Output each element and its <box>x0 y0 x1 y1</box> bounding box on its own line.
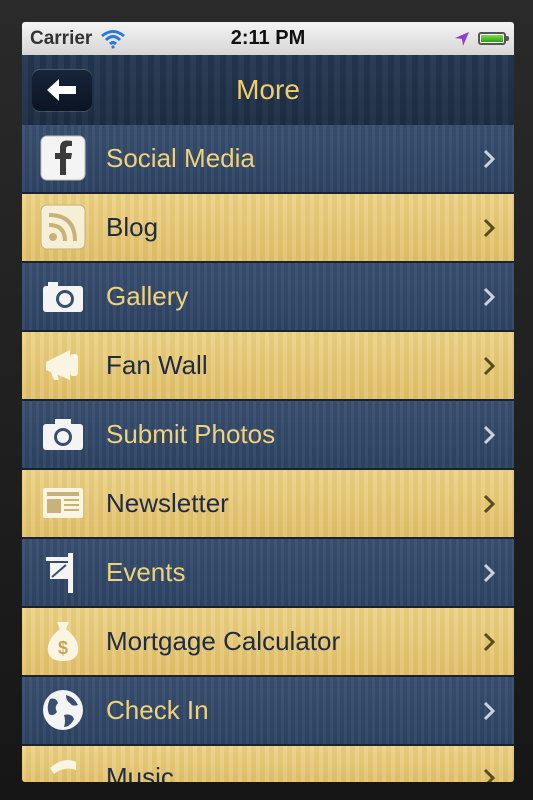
menu-item-label: Submit Photos <box>106 419 276 449</box>
chevron-right-icon <box>483 494 496 514</box>
rss-icon <box>40 204 86 250</box>
menu-item-events[interactable]: Events <box>22 539 514 608</box>
chevron-right-icon <box>483 632 496 652</box>
chevron-right-icon <box>483 287 496 307</box>
chevron-right-icon <box>483 768 496 782</box>
menu-item-label: Events <box>106 557 186 587</box>
chevron-right-icon <box>483 149 496 169</box>
menu-item-newsletter[interactable]: Newsletter <box>22 470 514 539</box>
menu-item-music[interactable]: Music <box>22 746 514 782</box>
menu-item-check-in[interactable]: Check In <box>22 677 514 746</box>
menu-item-label: Gallery <box>106 281 189 311</box>
clock: 2:11 PM <box>230 27 306 49</box>
menu-item-label: Blog <box>106 212 159 242</box>
globe-icon <box>40 687 86 733</box>
chevron-right-icon <box>483 218 496 238</box>
device-frame: Carrier 2:11 PM More Social Media Blog G… <box>0 0 533 800</box>
battery-icon <box>478 32 509 45</box>
menu-item-label: Check In <box>106 695 209 725</box>
menu-list: Social Media Blog Gallery Fan Wall Submi… <box>22 125 514 782</box>
newspaper-icon <box>40 480 86 526</box>
chevron-right-icon <box>483 701 496 721</box>
menu-item-label: Fan Wall <box>106 350 208 380</box>
menu-item-label: Music <box>106 762 174 782</box>
page-title: More <box>236 74 300 105</box>
location-icon <box>455 31 469 46</box>
menu-item-submit-photos[interactable]: Submit Photos <box>22 401 514 470</box>
menu-item-gallery[interactable]: Gallery <box>22 263 514 332</box>
camera-icon <box>40 411 86 457</box>
facebook-icon <box>40 135 86 181</box>
status-bar: Carrier 2:11 PM <box>22 22 514 56</box>
menu-item-blog[interactable]: Blog <box>22 194 514 263</box>
camera-icon <box>40 273 86 319</box>
sign-icon <box>40 549 86 595</box>
nav-bar: More <box>22 55 514 127</box>
music-icon <box>40 754 86 782</box>
chevron-right-icon <box>483 563 496 583</box>
megaphone-icon <box>40 342 86 388</box>
menu-item-fan-wall[interactable]: Fan Wall <box>22 332 514 401</box>
menu-item-label: Newsletter <box>106 488 229 518</box>
chevron-right-icon <box>483 356 496 376</box>
chevron-right-icon <box>483 425 496 445</box>
svg-text:$: $ <box>58 638 68 658</box>
menu-item-mortgage-calculator[interactable]: $ Mortgage Calculator <box>22 608 514 677</box>
menu-item-social-media[interactable]: Social Media <box>22 125 514 194</box>
money-bag-icon: $ <box>40 618 86 664</box>
screen: Carrier 2:11 PM More Social Media Blog G… <box>22 22 514 782</box>
menu-item-label: Social Media <box>106 143 255 173</box>
menu-item-label: Mortgage Calculator <box>106 626 341 656</box>
